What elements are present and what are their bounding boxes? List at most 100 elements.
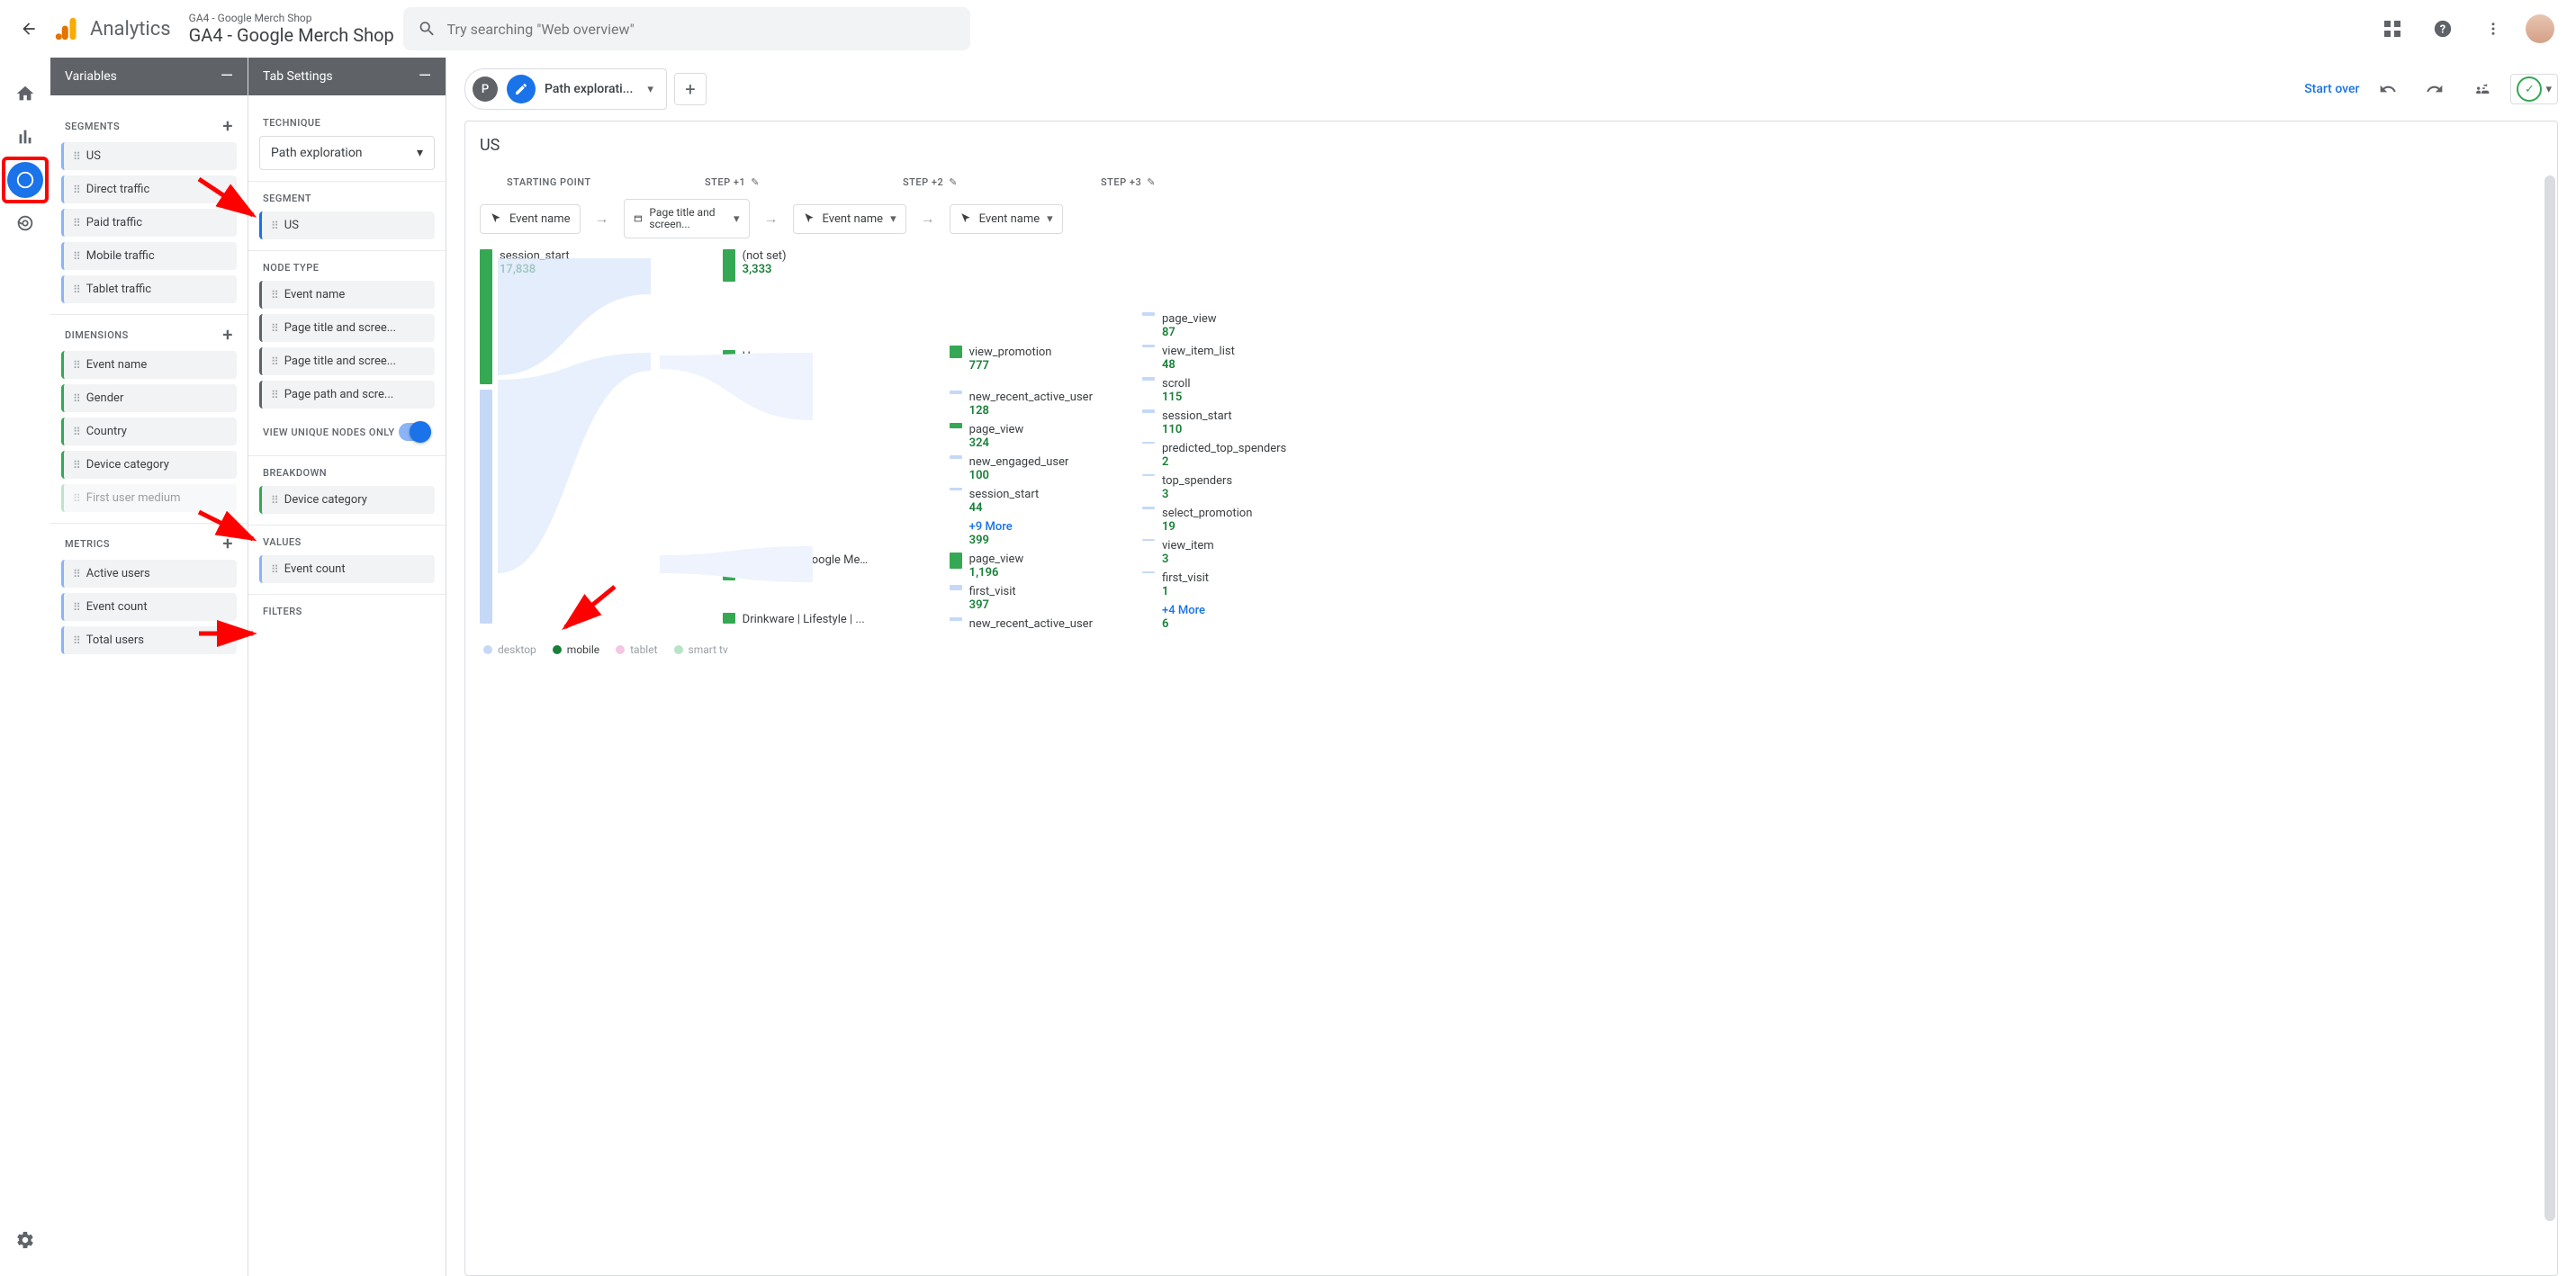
search-icon xyxy=(418,19,437,39)
values-chip[interactable]: ⠿Event count xyxy=(259,555,435,583)
path-node[interactable]: new_recent_active_user128 xyxy=(950,391,1093,418)
drag-handle-icon: ⠿ xyxy=(73,250,79,263)
segment-chip[interactable]: ⠿Mobile traffic xyxy=(61,242,237,270)
node-type-chip[interactable]: ⠿Page title and scree... xyxy=(259,347,435,375)
edit-tab-button[interactable] xyxy=(507,75,536,103)
nav-reports[interactable] xyxy=(7,119,43,155)
tab-settings-header: Tab Settings — xyxy=(248,58,446,95)
more-button[interactable] xyxy=(2475,11,2511,47)
redo-button[interactable] xyxy=(2417,71,2453,107)
search-input[interactable] xyxy=(447,21,956,38)
start-over-button[interactable]: Start over xyxy=(2304,82,2359,96)
add-metric-button[interactable]: + xyxy=(222,535,233,553)
add-tab-button[interactable]: + xyxy=(674,73,707,105)
gear-icon xyxy=(15,1230,35,1250)
path-node[interactable]: first_visit1 xyxy=(1142,571,1286,598)
path-node[interactable]: predicted_top_spenders2 xyxy=(1142,442,1286,469)
add-segment-button[interactable]: + xyxy=(222,117,233,135)
path-node[interactable]: view_item_list48 xyxy=(1142,345,1286,372)
tab-dropdown[interactable]: ▾ xyxy=(642,83,659,96)
path-node[interactable]: page_view1,196 xyxy=(950,553,1093,580)
home-icon xyxy=(15,84,35,103)
path-node[interactable]: view_promotion777 xyxy=(950,346,1093,373)
start-node-select[interactable]: Event name xyxy=(480,204,581,234)
step3-node-select[interactable]: Event name▾ xyxy=(950,204,1063,234)
collapse-variables-button[interactable]: — xyxy=(221,68,233,85)
node-type-chip[interactable]: ⠿Page title and scree... xyxy=(259,314,435,342)
path-node[interactable]: session_start110 xyxy=(1142,409,1286,436)
legend-item[interactable]: mobile xyxy=(553,643,599,656)
share-button[interactable] xyxy=(2463,71,2499,107)
dimension-chip[interactable]: ⠿Country xyxy=(61,418,237,445)
cursor-icon xyxy=(803,212,815,225)
help-button[interactable]: ? xyxy=(2425,11,2461,47)
dimension-chip[interactable]: ⠿Event name xyxy=(61,351,237,379)
legend-item[interactable]: tablet xyxy=(616,643,657,656)
nav-advertising[interactable] xyxy=(7,205,43,241)
undo-icon xyxy=(2379,80,2397,98)
search-bar[interactable] xyxy=(403,7,970,50)
chevron-down-icon: ▾ xyxy=(2545,83,2552,96)
cursor-icon xyxy=(490,212,502,225)
path-node[interactable]: top_spenders3 xyxy=(1142,474,1286,501)
edit-step-button[interactable]: ✎ xyxy=(751,176,760,188)
exploration-tab[interactable]: P Path explorati... ▾ xyxy=(464,68,667,110)
back-button[interactable] xyxy=(11,11,47,47)
dimension-chip[interactable]: ⠿First user medium xyxy=(61,484,237,512)
undo-button[interactable] xyxy=(2370,71,2406,107)
path-node[interactable]: first_visit397 xyxy=(950,585,1093,612)
sankey-diagram[interactable]: session_start17,838 (not set)3,333 Home1… xyxy=(480,249,2543,636)
path-node[interactable]: Stationery | Google Me...3,000 xyxy=(723,553,869,580)
dimension-chip[interactable]: ⠿Device category xyxy=(61,451,237,479)
vertical-scrollbar[interactable] xyxy=(2544,175,2555,1221)
breakdown-chip[interactable]: ⠿Device category xyxy=(259,486,435,514)
path-node-more[interactable]: +9 More399 xyxy=(950,520,1093,547)
segment-chip[interactable]: ⠿Direct traffic xyxy=(61,175,237,203)
path-node[interactable]: page_view87 xyxy=(1142,312,1286,339)
node-type-chip[interactable]: ⠿Page path and scre... xyxy=(259,381,435,409)
path-node[interactable]: new_recent_active_user xyxy=(950,617,1093,631)
path-node[interactable]: Drinkware | Lifestyle | ... xyxy=(723,613,869,626)
path-node[interactable]: scroll115 xyxy=(1142,377,1286,404)
metric-chip[interactable]: ⠿Event count xyxy=(61,593,237,621)
apps-button[interactable] xyxy=(2374,11,2410,47)
drag-handle-icon: ⠿ xyxy=(73,359,79,372)
legend-item[interactable]: smart tv xyxy=(674,643,728,656)
edit-step-button[interactable]: ✎ xyxy=(1147,176,1156,188)
property-selector[interactable]: GA4 - Google Merch Shop GA4 - Google Mer… xyxy=(189,12,394,46)
nav-explore[interactable] xyxy=(7,162,43,198)
path-node[interactable]: view_item3 xyxy=(1142,539,1286,566)
chevron-down-icon: ▾ xyxy=(734,212,740,226)
step2-node-select[interactable]: Event name▾ xyxy=(793,204,906,234)
metric-chip[interactable]: ⠿Active users xyxy=(61,560,237,588)
edit-step-button[interactable]: ✎ xyxy=(949,176,958,188)
page-icon xyxy=(634,212,643,225)
chevron-down-icon: ▾ xyxy=(1047,212,1053,226)
nav-admin[interactable] xyxy=(7,1222,43,1258)
path-node[interactable]: (not set)3,333 xyxy=(723,249,869,282)
collapse-tab-settings-button[interactable]: — xyxy=(419,68,431,85)
legend-item[interactable]: desktop xyxy=(483,643,536,656)
user-avatar[interactable] xyxy=(2526,14,2554,43)
path-node[interactable]: new_engaged_user100 xyxy=(950,455,1093,482)
path-node[interactable]: session_start44 xyxy=(950,488,1093,515)
path-node[interactable]: Home1,572 xyxy=(723,350,869,377)
dimension-chip[interactable]: ⠿Gender xyxy=(61,384,237,412)
node-type-chip[interactable]: ⠿Event name xyxy=(259,281,435,309)
unique-nodes-toggle[interactable] xyxy=(399,423,431,441)
technique-select[interactable]: Path exploration▾ xyxy=(259,136,435,170)
segment-chip[interactable]: ⠿Paid traffic xyxy=(61,209,237,237)
path-node[interactable]: select_promotion19 xyxy=(1142,507,1286,534)
segment-chip[interactable]: ⠿US xyxy=(61,142,237,170)
segment-chip[interactable]: ⠿Tablet traffic xyxy=(61,275,237,303)
metric-chip[interactable]: ⠿Total users xyxy=(61,626,237,654)
path-node[interactable]: page_view324 xyxy=(950,423,1093,450)
breakdown-label: BREAKDOWN xyxy=(263,467,327,479)
step1-node-select[interactable]: Page title and screen...▾ xyxy=(624,199,750,238)
status-indicator[interactable]: ✓▾ xyxy=(2510,74,2558,104)
applied-segment-chip[interactable]: ⠿US xyxy=(259,211,435,239)
nav-home[interactable] xyxy=(7,76,43,112)
path-node[interactable]: session_start17,838 xyxy=(480,249,570,384)
path-node-more[interactable]: +4 More6 xyxy=(1142,604,1286,631)
add-dimension-button[interactable]: + xyxy=(222,326,233,344)
